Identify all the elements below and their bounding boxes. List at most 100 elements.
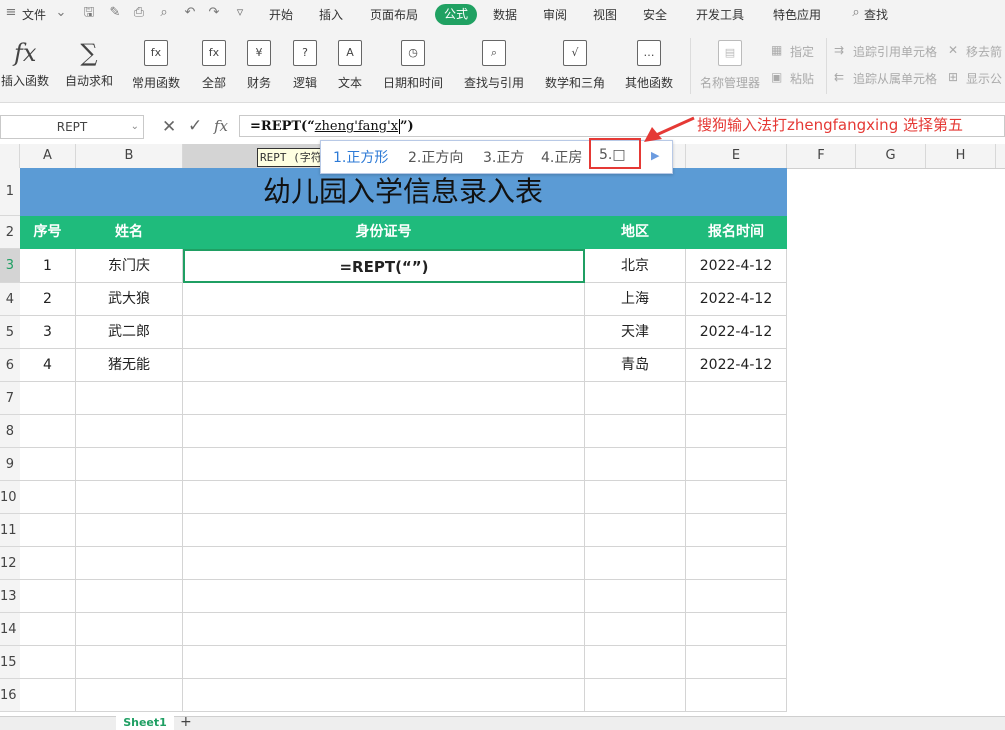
finance-button[interactable]: ¥ 财务 [242,40,276,91]
empty-cell[interactable] [686,613,787,646]
empty-cell[interactable] [20,415,76,448]
tab-home[interactable]: 开始 [269,6,293,23]
text-button[interactable]: A 文本 [333,40,367,91]
sheet-title[interactable]: 幼儿园入学信息录入表 [20,168,787,216]
empty-cell[interactable] [585,613,686,646]
lookup-button[interactable]: ⌕ 查找与引用 [459,40,529,91]
column-header-a[interactable]: A [20,144,76,168]
empty-cell[interactable] [686,514,787,547]
table-cell[interactable]: 武大狼 [76,283,183,316]
math-button[interactable]: √ 数学和三角 [540,40,610,91]
search-label[interactable]: 查找 [864,6,888,23]
empty-cell[interactable] [76,415,183,448]
tab-security[interactable]: 安全 [643,6,667,23]
chevron-down-icon[interactable]: ⌄ [54,6,68,20]
customize-icon[interactable]: ▿ [233,6,247,20]
tab-data[interactable]: 数据 [493,6,517,23]
name-box[interactable]: REPT ⌄ [0,115,144,139]
table-cell[interactable] [183,349,585,382]
tab-formulas[interactable]: 公式 [435,4,478,25]
empty-cell[interactable] [686,580,787,613]
empty-cell[interactable] [686,448,787,481]
empty-cell[interactable] [183,646,585,679]
column-header-g[interactable]: G [856,144,926,168]
row-header-2[interactable]: 2 [0,216,20,249]
add-sheet-icon[interactable]: + [180,714,192,730]
column-header-f[interactable]: F [787,144,856,168]
empty-cell[interactable] [76,481,183,514]
empty-cell[interactable] [183,613,585,646]
empty-cell[interactable] [76,514,183,547]
row-header-3[interactable]: 3 [0,249,20,283]
empty-cell[interactable] [585,448,686,481]
all-functions-button[interactable]: fx 全部 [198,40,230,91]
empty-cell[interactable] [183,448,585,481]
header-cell-date[interactable]: 报名时间 [686,216,787,249]
row-header-8[interactable]: 8 [0,415,20,448]
cancel-icon[interactable]: ✕ [162,117,176,137]
empty-cell[interactable] [585,547,686,580]
empty-cell[interactable] [20,514,76,547]
specify-label[interactable]: 指定 [790,43,814,60]
ime-candidate-3[interactable]: 3.正方 [483,147,524,167]
menu-icon[interactable]: ≡ [4,6,18,20]
empty-cell[interactable] [76,580,183,613]
empty-cell[interactable] [585,415,686,448]
empty-cell[interactable] [20,646,76,679]
tab-review[interactable]: 审阅 [543,6,567,23]
row-header-12[interactable]: 12 [0,547,20,580]
empty-cell[interactable] [686,481,787,514]
ime-candidate-2[interactable]: 2.正方向 [408,147,463,167]
column-header-h[interactable]: H [926,144,996,168]
empty-cell[interactable] [20,448,76,481]
header-cell-id-number[interactable]: 身份证号 [183,216,585,249]
datetime-button[interactable]: ◷ 日期和时间 [378,40,448,91]
ime-candidate-4[interactable]: 4.正房 [541,147,582,167]
header-cell-index[interactable]: 序号 [20,216,76,249]
row-header-10[interactable]: 10 [0,481,20,514]
empty-cell[interactable] [20,547,76,580]
remove-arrows-label[interactable]: 移去箭 [966,43,1002,60]
row-header-11[interactable]: 11 [0,514,20,547]
tab-insert[interactable]: 插入 [319,6,343,23]
empty-cell[interactable] [585,679,686,712]
table-cell[interactable]: 武二郎 [76,316,183,349]
empty-cell[interactable] [76,382,183,415]
file-menu[interactable]: 文件 [22,6,46,23]
empty-cell[interactable] [20,679,76,712]
insert-function-button[interactable]: fx 插入函数 [0,40,50,89]
empty-cell[interactable] [183,382,585,415]
format-painter-icon[interactable]: ✎ [108,6,122,20]
table-cell[interactable] [183,316,585,349]
row-header-5[interactable]: 5 [0,316,20,349]
next-page-icon[interactable]: ▶ [651,149,659,162]
name-manager-button[interactable]: ▤ 名称管理器 [700,40,760,91]
table-cell[interactable]: 2022-4-12 [686,349,787,382]
empty-cell[interactable] [585,481,686,514]
table-cell[interactable]: 2 [20,283,76,316]
table-cell[interactable]: 北京 [585,249,686,283]
table-cell[interactable]: 2022-4-12 [686,249,787,283]
print-preview-icon[interactable]: ⌕ [157,6,171,20]
empty-cell[interactable] [20,580,76,613]
row-header-4[interactable]: 4 [0,283,20,316]
common-functions-button[interactable]: fx 常用函数 [128,40,184,91]
empty-cell[interactable] [686,547,787,580]
tab-developer[interactable]: 开发工具 [696,6,744,23]
row-header-16[interactable]: 16 [0,679,20,712]
empty-cell[interactable] [20,481,76,514]
save-icon[interactable]: 🖫 [82,6,96,20]
table-cell[interactable]: 上海 [585,283,686,316]
empty-cell[interactable] [183,580,585,613]
header-cell-name[interactable]: 姓名 [76,216,183,249]
header-cell-region[interactable]: 地区 [585,216,686,249]
table-cell[interactable]: 猪无能 [76,349,183,382]
empty-cell[interactable] [585,382,686,415]
ime-candidate-1[interactable]: 1.正方形 [333,147,388,167]
confirm-icon[interactable]: ✓ [188,116,202,136]
show-formulas-label[interactable]: 显示公 [966,70,1002,87]
active-cell[interactable]: =REPT(“”) [183,249,585,283]
column-header-e[interactable]: E [686,144,787,168]
empty-cell[interactable] [585,646,686,679]
autosum-button[interactable]: ∑ 自动求和 [60,40,118,89]
